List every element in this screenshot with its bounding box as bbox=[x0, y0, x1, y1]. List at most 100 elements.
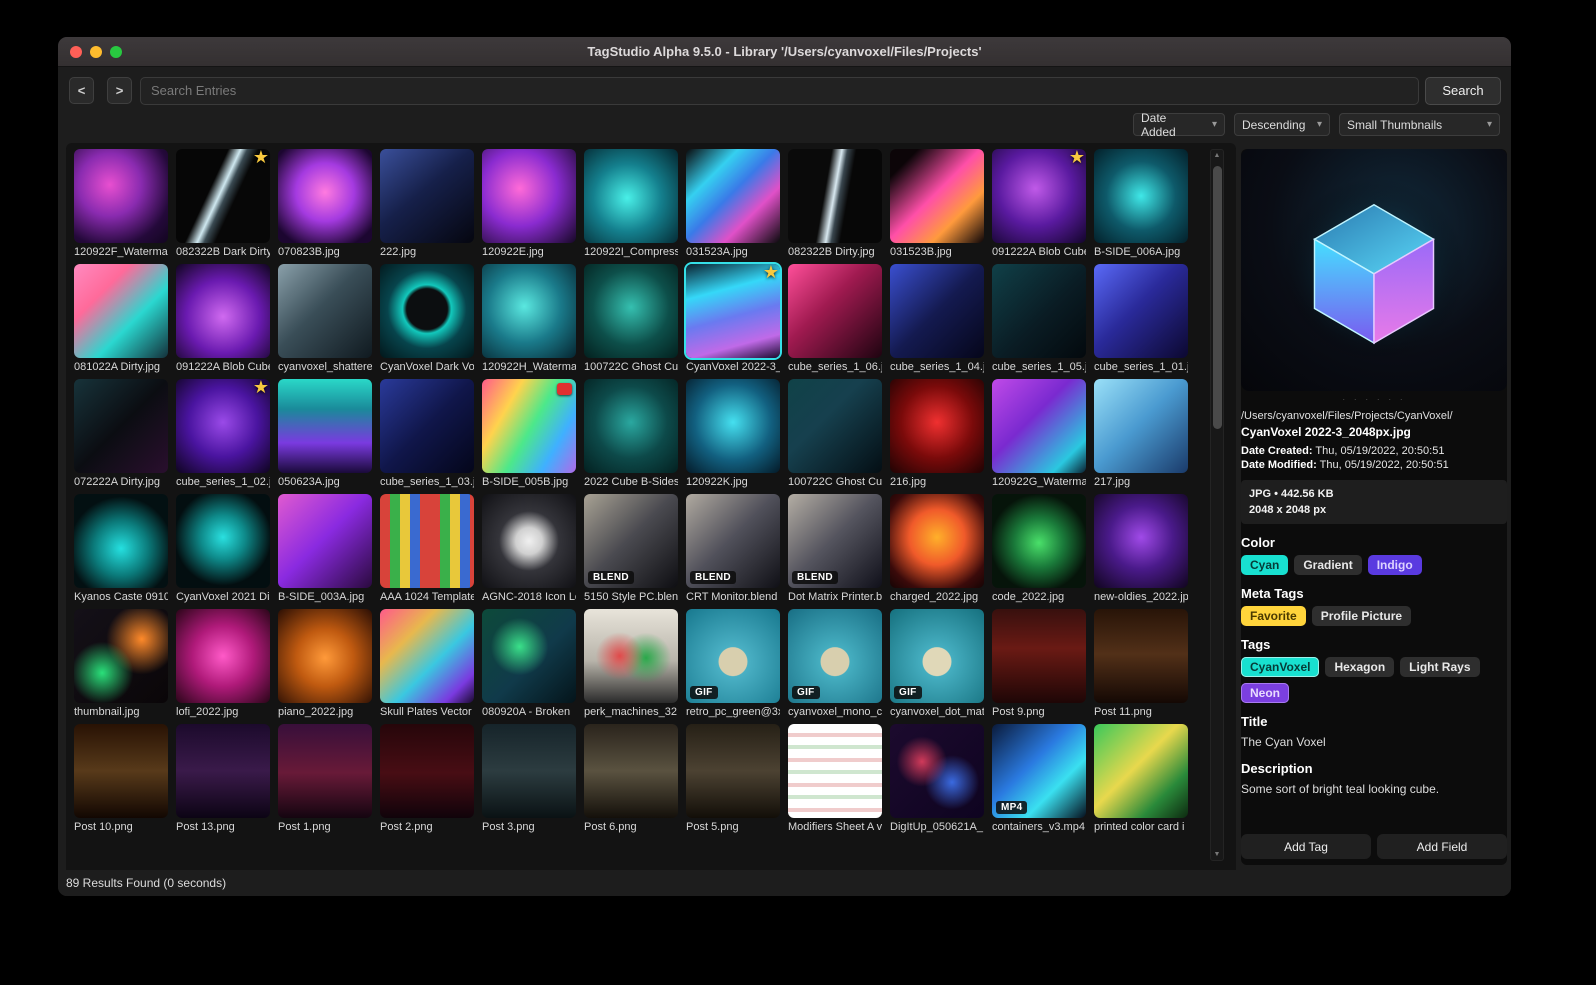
grid-item[interactable]: CyanVoxel Dark Vox bbox=[380, 264, 474, 373]
thumbnail[interactable]: ★ bbox=[686, 262, 780, 358]
grid-item[interactable]: 050623A.jpg bbox=[278, 379, 372, 488]
thumbnail[interactable] bbox=[1094, 724, 1188, 818]
add-tag-button[interactable]: Add Tag bbox=[1241, 834, 1371, 859]
thumbnail[interactable] bbox=[176, 494, 270, 588]
thumbnail[interactable] bbox=[380, 264, 474, 358]
grid-item[interactable]: cyanvoxel_shattere bbox=[278, 264, 372, 373]
thumbnail[interactable] bbox=[74, 264, 168, 358]
grid-item[interactable]: Post 9.png bbox=[992, 609, 1086, 718]
thumbnail[interactable] bbox=[584, 609, 678, 703]
thumbnail[interactable] bbox=[686, 724, 780, 818]
thumbnail[interactable] bbox=[278, 609, 372, 703]
thumbnail[interactable]: ★ bbox=[992, 149, 1086, 243]
thumbnail[interactable] bbox=[176, 609, 270, 703]
thumbnail[interactable] bbox=[278, 149, 372, 243]
thumbnail[interactable]: BLEND bbox=[788, 494, 882, 588]
thumbnail[interactable] bbox=[74, 609, 168, 703]
thumbnail[interactable]: ★ bbox=[176, 149, 270, 243]
grid-item[interactable]: 2022 Cube B-Sides bbox=[584, 379, 678, 488]
thumbnail[interactable] bbox=[176, 264, 270, 358]
tag-pill[interactable]: Indigo bbox=[1367, 555, 1422, 575]
grid-item[interactable]: 100722C Ghost Cu bbox=[584, 264, 678, 373]
thumbnail[interactable] bbox=[1094, 149, 1188, 243]
tag-pill[interactable]: CyanVoxel bbox=[1241, 657, 1320, 677]
thumbnail[interactable]: GIF bbox=[686, 609, 780, 703]
thumbnail[interactable] bbox=[278, 379, 372, 473]
thumbnail[interactable] bbox=[482, 264, 576, 358]
grid-item[interactable]: 080920A - Broken bbox=[482, 609, 576, 718]
grid-item[interactable]: GIF retro_pc_green@3x bbox=[686, 609, 780, 718]
grid-item[interactable]: 070823B.jpg bbox=[278, 149, 372, 258]
thumbnail[interactable] bbox=[788, 379, 882, 473]
thumbnail[interactable] bbox=[74, 724, 168, 818]
grid-item[interactable]: Post 1.png bbox=[278, 724, 372, 833]
grid-item[interactable]: 216.jpg bbox=[890, 379, 984, 488]
tag-pill[interactable]: Neon bbox=[1241, 683, 1289, 703]
tag-pill[interactable]: Favorite bbox=[1241, 606, 1306, 626]
grid-item[interactable]: B-SIDE_006A.jpg bbox=[1094, 149, 1188, 258]
thumbnail[interactable] bbox=[686, 379, 780, 473]
thumbnail[interactable] bbox=[1094, 609, 1188, 703]
tag-pill[interactable]: Gradient bbox=[1294, 555, 1362, 575]
grid-item[interactable]: code_2022.jpg bbox=[992, 494, 1086, 603]
thumbnail[interactable] bbox=[992, 379, 1086, 473]
grid-item[interactable]: B-SIDE_003A.jpg bbox=[278, 494, 372, 603]
grid-item[interactable]: 217.jpg bbox=[1094, 379, 1188, 488]
tag-pill[interactable]: Cyan bbox=[1241, 555, 1289, 575]
thumbnail[interactable] bbox=[482, 609, 576, 703]
sort-direction-dropdown[interactable]: Descending ▾ bbox=[1234, 113, 1330, 136]
thumbnail[interactable] bbox=[74, 379, 168, 473]
grid-item[interactable]: 120922I_Compress bbox=[584, 149, 678, 258]
grid-item[interactable]: 120922G_Waterma bbox=[992, 379, 1086, 488]
grid-item[interactable]: 031523A.jpg bbox=[686, 149, 780, 258]
scrollbar-thumb[interactable] bbox=[1213, 166, 1222, 429]
thumbnail[interactable] bbox=[380, 494, 474, 588]
thumbnail[interactable]: BLEND bbox=[584, 494, 678, 588]
thumbnail[interactable] bbox=[1094, 264, 1188, 358]
thumbnail[interactable] bbox=[176, 724, 270, 818]
add-field-button[interactable]: Add Field bbox=[1377, 834, 1507, 859]
grid-item[interactable]: Modifiers Sheet A v bbox=[788, 724, 882, 833]
thumbnail-size-dropdown[interactable]: Small Thumbnails ▾ bbox=[1339, 113, 1500, 136]
grid-item[interactable]: cube_series_1_03.j bbox=[380, 379, 474, 488]
grid-item[interactable]: Post 5.png bbox=[686, 724, 780, 833]
thumbnail[interactable] bbox=[1094, 494, 1188, 588]
grid-item[interactable]: new-oldies_2022.jp bbox=[1094, 494, 1188, 603]
thumbnail[interactable] bbox=[482, 724, 576, 818]
grid-item[interactable]: ★ 091222A Blob Cube bbox=[992, 149, 1086, 258]
thumbnail[interactable] bbox=[380, 379, 474, 473]
thumbnail[interactable] bbox=[788, 264, 882, 358]
thumbnail[interactable]: MP4 bbox=[992, 724, 1086, 818]
grid-item[interactable]: 031523B.jpg bbox=[890, 149, 984, 258]
grid-item[interactable]: AGNC-2018 Icon Lo bbox=[482, 494, 576, 603]
thumbnail[interactable]: GIF bbox=[890, 609, 984, 703]
back-button[interactable]: < bbox=[69, 77, 94, 104]
grid-item[interactable]: ★ cube_series_1_02.j bbox=[176, 377, 270, 488]
thumbnail[interactable] bbox=[992, 264, 1086, 358]
grid-item[interactable]: GIF cyanvoxel_dot_mat bbox=[890, 609, 984, 718]
thumbnail[interactable]: ★ bbox=[176, 377, 270, 473]
thumbnail[interactable] bbox=[278, 264, 372, 358]
grid-item[interactable]: Post 11.png bbox=[1094, 609, 1188, 718]
grid-item[interactable]: ★ CyanVoxel 2022-3_ bbox=[686, 262, 780, 373]
grid-item[interactable]: perk_machines_32 bbox=[584, 609, 678, 718]
grid-item[interactable]: cube_series_1_01.j bbox=[1094, 264, 1188, 373]
thumbnail[interactable] bbox=[788, 149, 882, 243]
grid-item[interactable]: lofi_2022.jpg bbox=[176, 609, 270, 718]
grid-item[interactable]: GIF cyanvoxel_mono_cr bbox=[788, 609, 882, 718]
grid-item[interactable]: BLEND 5150 Style PC.blend bbox=[584, 494, 678, 603]
thumbnail[interactable] bbox=[74, 149, 168, 243]
grid-item[interactable]: Post 3.png bbox=[482, 724, 576, 833]
thumbnail[interactable] bbox=[278, 724, 372, 818]
thumbnail[interactable] bbox=[992, 494, 1086, 588]
grid-item[interactable]: 120922K.jpg bbox=[686, 379, 780, 488]
grid-item[interactable]: BLEND Dot Matrix Printer.b bbox=[788, 494, 882, 603]
grid-item[interactable]: 120922H_Waterma bbox=[482, 264, 576, 373]
search-button[interactable]: Search bbox=[1425, 76, 1501, 105]
grid-item[interactable]: 222.jpg bbox=[380, 149, 474, 258]
thumbnail[interactable] bbox=[788, 724, 882, 818]
grid-item[interactable]: Kyanos Caste 0910 bbox=[74, 494, 168, 603]
thumbnail[interactable] bbox=[1094, 379, 1188, 473]
thumbnail[interactable] bbox=[584, 264, 678, 358]
grid-item[interactable]: charged_2022.jpg bbox=[890, 494, 984, 603]
